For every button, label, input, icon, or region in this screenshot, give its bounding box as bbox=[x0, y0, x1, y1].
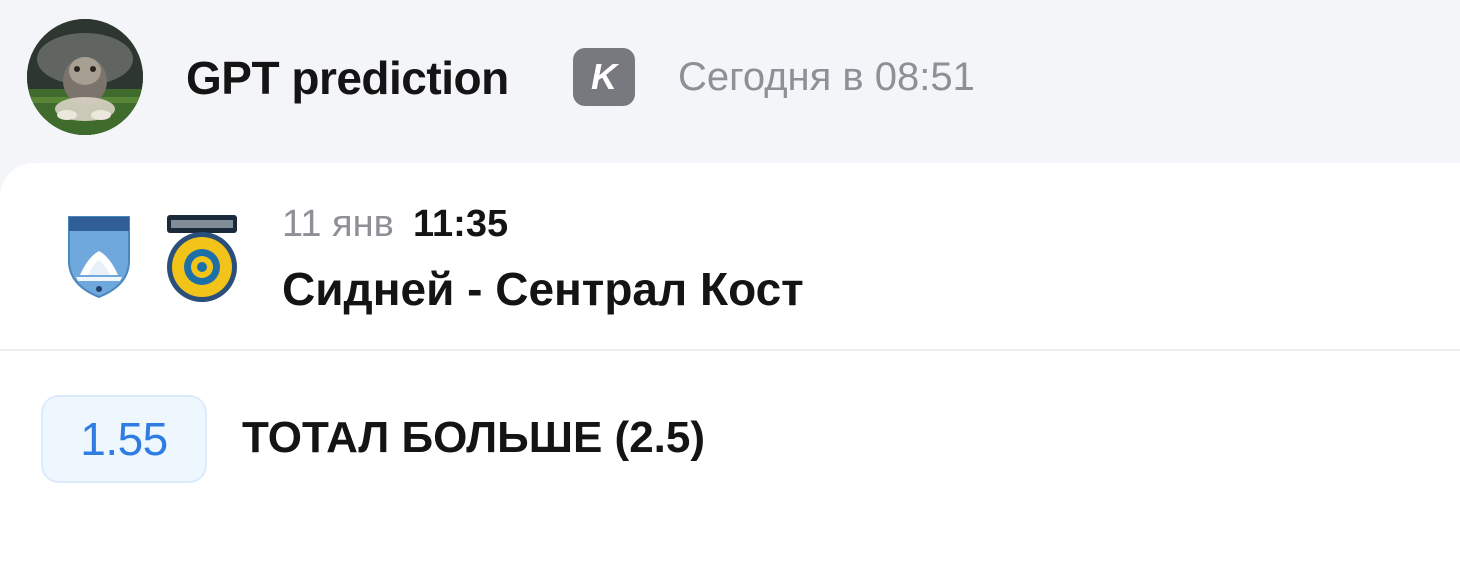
post-timestamp: Сегодня в 08:51 bbox=[678, 55, 975, 99]
match-row[interactable]: 11 янв 11:35 Сидней - Сентрал Кост bbox=[0, 163, 1460, 350]
match-date: 11 янв bbox=[282, 203, 394, 245]
prediction-card: 11 янв 11:35 Сидней - Сентрал Кост 1.55 … bbox=[0, 163, 1460, 563]
avatar[interactable] bbox=[27, 19, 143, 135]
author-name[interactable]: GPT prediction bbox=[186, 50, 509, 106]
match-title[interactable]: Сидней - Сентрал Кост bbox=[282, 261, 804, 317]
sydney-fc-crest-icon bbox=[68, 216, 130, 299]
odds-badge[interactable]: 1.55 bbox=[41, 395, 207, 483]
post-header: GPT prediction K Сегодня в 08:51 bbox=[0, 0, 1460, 160]
k-logo-icon: K bbox=[591, 57, 620, 97]
avatar-image-icon bbox=[27, 19, 143, 135]
bet-row: 1.55 ТОТАЛ БОЛЬШЕ (2.5) bbox=[0, 351, 1460, 501]
svg-text:K: K bbox=[591, 57, 620, 97]
match-time: 11:35 bbox=[413, 203, 509, 245]
bet-label: ТОТАЛ БОЛЬШЕ (2.5) bbox=[242, 413, 706, 462]
central-coast-mariners-crest-icon bbox=[167, 215, 237, 302]
source-badge: K bbox=[573, 48, 635, 106]
